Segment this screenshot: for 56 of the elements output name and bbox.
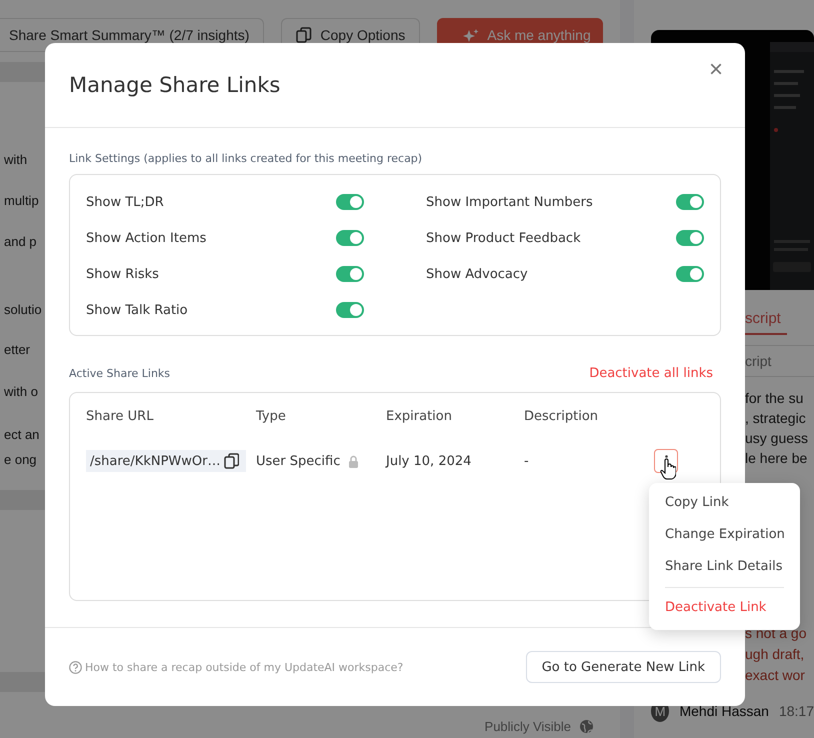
toggle-switch[interactable] <box>336 194 364 210</box>
dialog-title: Manage Share Links <box>69 73 280 97</box>
speaker-name: Mehdi Hassan <box>679 703 769 719</box>
transcript-text: s not a go <box>745 624 808 643</box>
help-link[interactable]: How to share a recap outside of my UpdateAI workspace? <box>69 660 404 674</box>
copy-icon[interactable] <box>224 453 240 469</box>
transcript-text: exact wor <box>745 666 806 685</box>
menu-item[interactable]: Deactivate Link <box>665 596 784 622</box>
setting-label: Show TL;DR <box>86 194 164 210</box>
transcript-text: for the su <box>745 389 804 408</box>
summary-text: e ong <box>4 451 38 469</box>
summary-text: with <box>4 151 28 169</box>
transcript-text: le here be <box>745 449 808 468</box>
toggle-switch[interactable] <box>676 230 704 246</box>
table-cell-text: July 10, 2024 <box>386 454 472 468</box>
transcript-text: , strategic <box>745 409 807 428</box>
setting-label: Show Talk Ratio <box>86 302 188 318</box>
section-label: Link Settings (applies to all links created for this meeting recap) <box>69 152 424 165</box>
section-label: Active Share Links <box>69 367 170 380</box>
column-header: Share URL <box>86 409 154 424</box>
toggle-switch[interactable] <box>336 230 364 246</box>
summary-text: ect an <box>4 426 40 444</box>
menu-item[interactable]: Share Link Details <box>665 555 784 587</box>
summary-text: etter <box>4 341 32 359</box>
transcript-text: ugh draft, <box>745 645 806 664</box>
toggle-switch[interactable] <box>676 194 704 210</box>
toggle-switch[interactable] <box>336 302 364 318</box>
deactivate-all-link[interactable]: Deactivate all links <box>589 366 713 381</box>
transcript-text: usy guess <box>745 429 810 448</box>
column-header: Expiration <box>386 409 453 424</box>
search-field[interactable]: cript <box>745 345 814 377</box>
toggle-switch[interactable] <box>336 266 364 282</box>
setting-label: Show Risks <box>86 266 159 282</box>
visibility-label: Publicly Visible <box>484 718 571 734</box>
help-icon <box>69 660 82 674</box>
toggle-switch[interactable] <box>676 266 704 282</box>
menu-item[interactable]: Copy Link <box>665 491 784 523</box>
column-header: Description <box>524 409 600 424</box>
column-header: Type <box>256 409 287 424</box>
setting-label: Show Important Numbers <box>426 194 593 210</box>
summary-text: with o <box>4 383 39 401</box>
menu-item[interactable]: Change Expiration <box>665 523 784 555</box>
table-cell: User Specific <box>256 454 340 468</box>
timestamp: 18:17 <box>778 703 814 719</box>
setting-label: Show Action Items <box>86 230 206 246</box>
url-text: /share/KkNPWwOr… <box>90 454 220 468</box>
setting-label: Show Product Feedback <box>426 230 581 246</box>
table-cell-text: - <box>524 454 530 468</box>
close-button[interactable]: × <box>704 55 727 85</box>
setting-label: Show Advocacy <box>426 266 528 282</box>
globe-icon <box>579 718 594 734</box>
summary-text: and p <box>4 233 38 251</box>
summary-text: multip <box>4 192 40 210</box>
generate-link-button[interactable]: Go to Generate New Link <box>526 651 721 683</box>
summary-text: solutio <box>4 301 43 319</box>
copy-icon <box>296 27 312 43</box>
